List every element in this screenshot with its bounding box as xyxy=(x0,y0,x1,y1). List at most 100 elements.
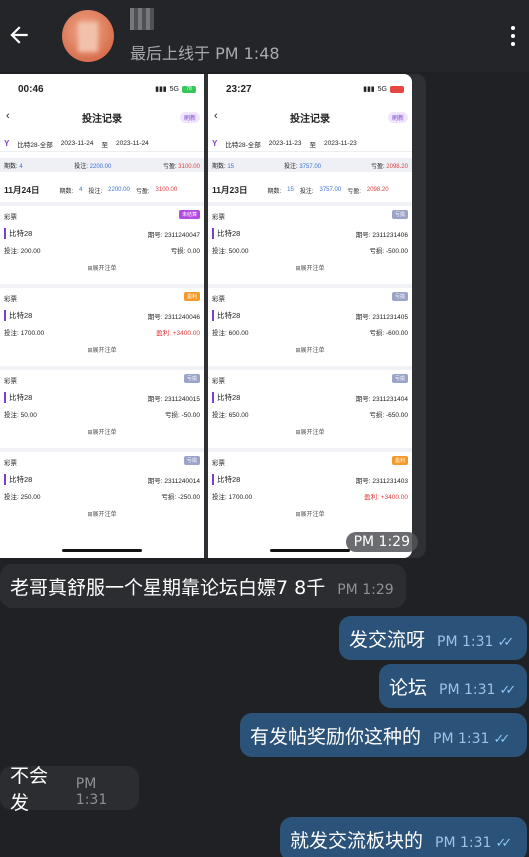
issue-number: 期号: 2311240047 xyxy=(147,232,200,239)
issue-number: 期号: 2311231406 xyxy=(355,232,408,239)
status-badge: 亏损 xyxy=(391,374,408,383)
battery-icon xyxy=(390,85,404,93)
message-outgoing[interactable]: 有发帖奖励你这种的 PM 1:31 ✓✓ xyxy=(240,713,527,757)
bet-card[interactable]: 彩票 亏损 比特28 期号: 2311231404 投注: 650.00 亏损:… xyxy=(208,366,412,444)
result-amount: 亏损: -500.00 xyxy=(369,248,408,255)
message-incoming[interactable]: 不会发 PM 1:31 xyxy=(0,765,139,814)
result-amount: 亏损: -650.00 xyxy=(369,412,408,419)
status-badge: 亏损 xyxy=(183,374,200,383)
expand-bets-link[interactable]: ⊞展开注单 xyxy=(208,509,412,518)
date-to[interactable]: 2023-11-23 xyxy=(324,140,357,147)
game-name: 比特28 xyxy=(4,474,32,485)
day-periods: 4 xyxy=(79,187,83,193)
bet-amount: 投注: 1700.00 xyxy=(4,330,45,337)
message-outgoing[interactable]: 发交流呀 PM 1:31 ✓✓ xyxy=(339,616,527,660)
message-text: 不会发 xyxy=(10,765,49,814)
read-checkmarks-icon: ✓✓ xyxy=(497,634,514,650)
status-badge: 亏损 xyxy=(391,210,408,219)
home-indicator xyxy=(62,549,142,552)
date-from[interactable]: 2023-11-24 xyxy=(61,140,94,147)
summary-periods-label: 期数: xyxy=(4,163,18,170)
issue-number: 期号: 2311240015 xyxy=(147,396,200,403)
expand-bets-link[interactable]: ⊞展开注单 xyxy=(208,263,412,272)
expand-bets-link[interactable]: ⊞展开注单 xyxy=(0,509,204,518)
game-name: 比特28 xyxy=(212,228,240,239)
message-time: PM 1:31 xyxy=(439,682,496,698)
game-name: 比特28 xyxy=(212,474,240,485)
bet-card[interactable]: 彩票 未结算 比特28 期号: 2311240047 投注: 200.00 亏损… xyxy=(0,202,204,280)
date-to[interactable]: 2023-11-24 xyxy=(116,140,149,147)
screenshot-right[interactable]: 23:27 ▮▮▮ 5G ‹ 投注记录 刷新 Y 比特28-全部 2023-11-23 至 2023… xyxy=(208,74,412,558)
message-incoming[interactable]: 老哥真舒服一个星期靠论坛白嫖7 8千 PM 1:29 xyxy=(0,564,406,608)
status-time: 23:27 xyxy=(226,84,252,95)
day-bet: 3757.00 xyxy=(319,187,342,193)
status-indicators: ▮▮▮ 5G xyxy=(363,85,404,93)
contact-name-redacted xyxy=(130,8,154,30)
avatar[interactable] xyxy=(62,10,114,62)
message-time: PM 1:31 xyxy=(433,731,490,747)
summary-pl: 3100.00 xyxy=(178,163,200,170)
card-category: 彩票 xyxy=(4,460,17,467)
nav-bar: ‹ 投注记录 刷新 xyxy=(0,110,204,130)
more-menu-icon[interactable] xyxy=(511,26,517,50)
read-checkmarks-icon: ✓✓ xyxy=(499,682,516,698)
day-pl-label: 亏盈: xyxy=(135,188,150,195)
expand-bets-link[interactable]: ⊞展开注单 xyxy=(208,345,412,354)
summary-bet-label: 投注: xyxy=(283,163,298,170)
day-pl-label: 亏盈: xyxy=(347,188,361,195)
summary-pl-label: 亏盈: xyxy=(162,163,177,170)
status-time: 00:46 xyxy=(18,84,44,95)
bet-card[interactable]: 彩票 亏损 比特28 期号: 2311231405 投注: 600.00 亏损:… xyxy=(208,284,412,362)
day-header: 11月23日 期数: 15 投注: 3757.00 亏盈: 2098.20 xyxy=(208,182,412,198)
expand-bets-link[interactable]: ⊞展开注单 xyxy=(0,427,204,436)
summary-row: 期数: 15 投注: 3757.00 亏盈: 2098.20 xyxy=(208,158,412,172)
refresh-button[interactable]: 刷新 xyxy=(387,112,408,123)
message-text: 老哥真舒服一个星期靠论坛白嫖7 8千 xyxy=(10,576,326,599)
issue-number: 期号: 2311240046 xyxy=(147,314,200,321)
date-from[interactable]: 2023-11-23 xyxy=(269,140,302,147)
last-seen-status: 最后上线于 PM 1:48 xyxy=(130,44,280,63)
back-arrow-icon[interactable] xyxy=(6,22,32,48)
summary-row: 期数: 4 投注: 2200.00 亏盈: 3100.00 xyxy=(0,158,204,172)
network-label: 5G xyxy=(377,85,387,93)
page-title: 投注记录 xyxy=(290,114,330,125)
bet-amount: 投注: 650.00 xyxy=(212,412,249,419)
expand-bets-link[interactable]: ⊞展开注单 xyxy=(0,345,204,354)
date-to-label: 至 xyxy=(309,141,317,149)
bet-card[interactable]: 彩票 亏损 比特28 期号: 2311231406 投注: 500.00 亏损:… xyxy=(208,202,412,280)
expand-bets-link[interactable]: ⊞展开注单 xyxy=(208,427,412,436)
signal-icon: ▮▮▮ xyxy=(363,86,375,93)
bet-card[interactable]: 彩票 盈利 比特28 期号: 2311231403 投注: 1700.00 盈利… xyxy=(208,448,412,526)
expand-bets-link[interactable]: ⊞展开注单 xyxy=(0,263,204,272)
bet-card[interactable]: 彩票 亏损 比特28 期号: 2311240014 投注: 250.00 亏损:… xyxy=(0,448,204,526)
result-amount: 亏损: -50.00 xyxy=(164,412,200,419)
bet-card[interactable]: 彩票 盈利 比特28 期号: 2311240046 投注: 1700.00 盈利… xyxy=(0,284,204,362)
screenshot-left[interactable]: 00:46 ▮▮▮ 5G 78 ‹ 投注记录 刷新 Y 比特28-全部 2023-11-24 至 20… xyxy=(0,74,204,558)
home-indicator xyxy=(270,549,350,552)
filter-game[interactable]: 比特28-全部 xyxy=(225,139,260,149)
bet-card[interactable]: 彩票 亏损 比特28 期号: 2311240015 投注: 50.00 亏损: … xyxy=(0,366,204,444)
status-badge: 未结算 xyxy=(178,210,200,219)
bet-amount: 投注: 200.00 xyxy=(4,248,41,255)
card-category: 彩票 xyxy=(212,214,225,221)
day-periods-label: 期数: xyxy=(59,188,74,195)
filter-icon[interactable]: Y xyxy=(212,139,217,148)
read-checkmarks-icon: ✓✓ xyxy=(495,835,512,851)
date-to-label: 至 xyxy=(101,141,109,149)
day-date: 11月24日 xyxy=(4,185,40,195)
status-indicators: ▮▮▮ 5G 78 xyxy=(155,85,196,93)
filter-game[interactable]: 比特28-全部 xyxy=(17,139,52,149)
message-outgoing[interactable]: 就发交流板块的 PM 1:31 ✓✓ xyxy=(280,817,527,857)
summary-bet: 3757.00 xyxy=(299,163,322,170)
result-amount: 亏损: 0.00 xyxy=(170,248,200,255)
game-name: 比特28 xyxy=(212,310,240,321)
message-time: PM 1:31 xyxy=(75,776,108,808)
message-outgoing[interactable]: 论坛 PM 1:31 ✓✓ xyxy=(379,664,527,708)
image-message[interactable]: 00:46 ▮▮▮ 5G 78 ‹ 投注记录 刷新 Y 比特28-全部 2023-11-24 至 20… xyxy=(0,74,426,558)
result-amount: 盈利: +3400.00 xyxy=(364,494,408,501)
filter-icon[interactable]: Y xyxy=(4,139,9,148)
status-badge: 亏损 xyxy=(391,292,408,301)
refresh-button[interactable]: 刷新 xyxy=(179,112,200,123)
summary-periods: 4 xyxy=(19,163,23,170)
message-text: 论坛 xyxy=(389,676,428,699)
